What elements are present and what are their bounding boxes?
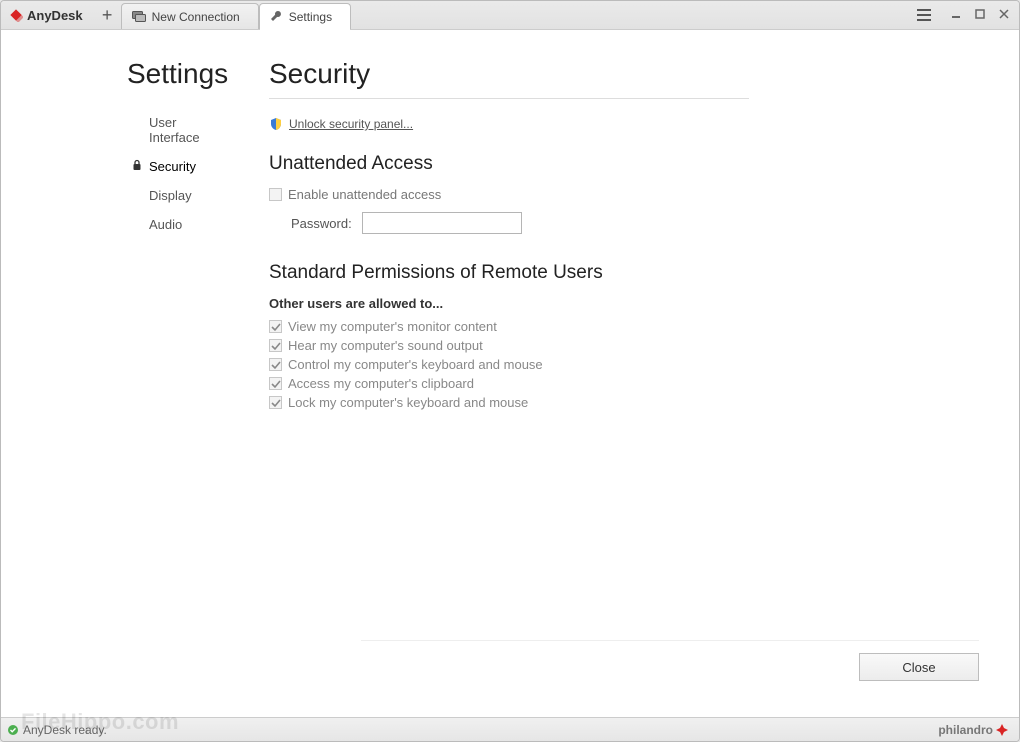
lock-icon [131, 159, 145, 173]
permission-lock-kb-mouse[interactable]: Lock my computer's keyboard and mouse [269, 395, 979, 410]
shield-icon [269, 117, 283, 131]
permission-label: Access my computer's clipboard [288, 376, 474, 391]
sidebar-item-label: Security [149, 159, 196, 174]
status-text: AnyDesk ready. [23, 723, 107, 737]
unattended-access-heading: Unattended Access [269, 153, 979, 175]
permission-checkbox[interactable] [269, 320, 282, 333]
sidebar-item-label: Display [149, 188, 192, 203]
menu-button[interactable] [913, 4, 935, 26]
permission-label: Control my computer's keyboard and mouse [288, 357, 543, 372]
sidebar-item-security[interactable]: Security [131, 152, 221, 181]
enable-unattended-row[interactable]: Enable unattended access [269, 187, 979, 202]
tab-label: Settings [289, 10, 332, 24]
monitor-icon [132, 11, 146, 23]
footer-brand-text: philandro [938, 723, 993, 737]
close-window-button[interactable] [995, 6, 1013, 24]
permission-label: Lock my computer's keyboard and mouse [288, 395, 528, 410]
permission-clipboard[interactable]: Access my computer's clipboard [269, 376, 979, 391]
window-controls [913, 1, 1019, 29]
sidebar-item-label: User Interface [149, 115, 200, 145]
sidebar-item-label: Audio [149, 217, 182, 232]
enable-unattended-label: Enable unattended access [288, 187, 441, 202]
anydesk-logo-icon [9, 8, 27, 22]
tab-new-connection[interactable]: New Connection [121, 3, 259, 29]
close-button[interactable]: Close [859, 653, 979, 681]
status-ok-icon [7, 724, 19, 736]
permission-checkbox[interactable] [269, 396, 282, 409]
titlebar: AnyDesk + New Connection Settings [1, 1, 1019, 29]
close-button-label: Close [902, 660, 935, 675]
divider [361, 640, 979, 641]
sidebar-item-display[interactable]: Display [131, 181, 221, 210]
permission-checkbox[interactable] [269, 377, 282, 390]
permission-checkbox[interactable] [269, 339, 282, 352]
password-label: Password: [291, 216, 352, 231]
settings-main: Security Unlock security panel... Unatte… [221, 58, 1019, 717]
app-brand: AnyDesk [1, 1, 95, 29]
unlock-security-link[interactable]: Unlock security panel... [289, 117, 413, 131]
permissions-list: View my computer's monitor content Hear … [269, 319, 979, 410]
permissions-heading: Standard Permissions of Remote Users [269, 262, 979, 284]
app-name: AnyDesk [27, 8, 83, 23]
sidebar-title: Settings [127, 58, 221, 90]
philandro-logo-icon [995, 723, 1009, 737]
divider [269, 98, 749, 99]
maximize-button[interactable] [971, 6, 989, 24]
sidebar-item-user-interface[interactable]: User Interface [131, 108, 221, 152]
permission-hear-sound[interactable]: Hear my computer's sound output [269, 338, 979, 353]
footer-brand: philandro [938, 723, 1019, 737]
wrench-icon [270, 10, 283, 23]
password-input[interactable] [362, 212, 522, 234]
new-tab-button[interactable]: + [95, 1, 121, 29]
settings-sidebar: Settings User Interface Security Display… [1, 58, 221, 717]
tab-label: New Connection [152, 10, 240, 24]
close-icon [999, 8, 1009, 22]
permission-view-monitor[interactable]: View my computer's monitor content [269, 319, 979, 334]
content-area: Settings User Interface Security Display… [1, 29, 1019, 717]
permission-control-kb-mouse[interactable]: Control my computer's keyboard and mouse [269, 357, 979, 372]
page-title: Security [269, 58, 979, 90]
permissions-subheading: Other users are allowed to... [269, 296, 979, 311]
minimize-button[interactable] [947, 6, 965, 24]
tab-settings[interactable]: Settings [259, 3, 351, 29]
sidebar-item-audio[interactable]: Audio [131, 210, 221, 239]
permission-label: View my computer's monitor content [288, 319, 497, 334]
maximize-icon [975, 8, 985, 22]
statusbar: AnyDesk ready. philandro [1, 717, 1019, 741]
permission-label: Hear my computer's sound output [288, 338, 483, 353]
permission-checkbox[interactable] [269, 358, 282, 371]
minimize-icon [951, 8, 961, 22]
enable-unattended-checkbox[interactable] [269, 188, 282, 201]
plus-icon: + [102, 5, 113, 26]
